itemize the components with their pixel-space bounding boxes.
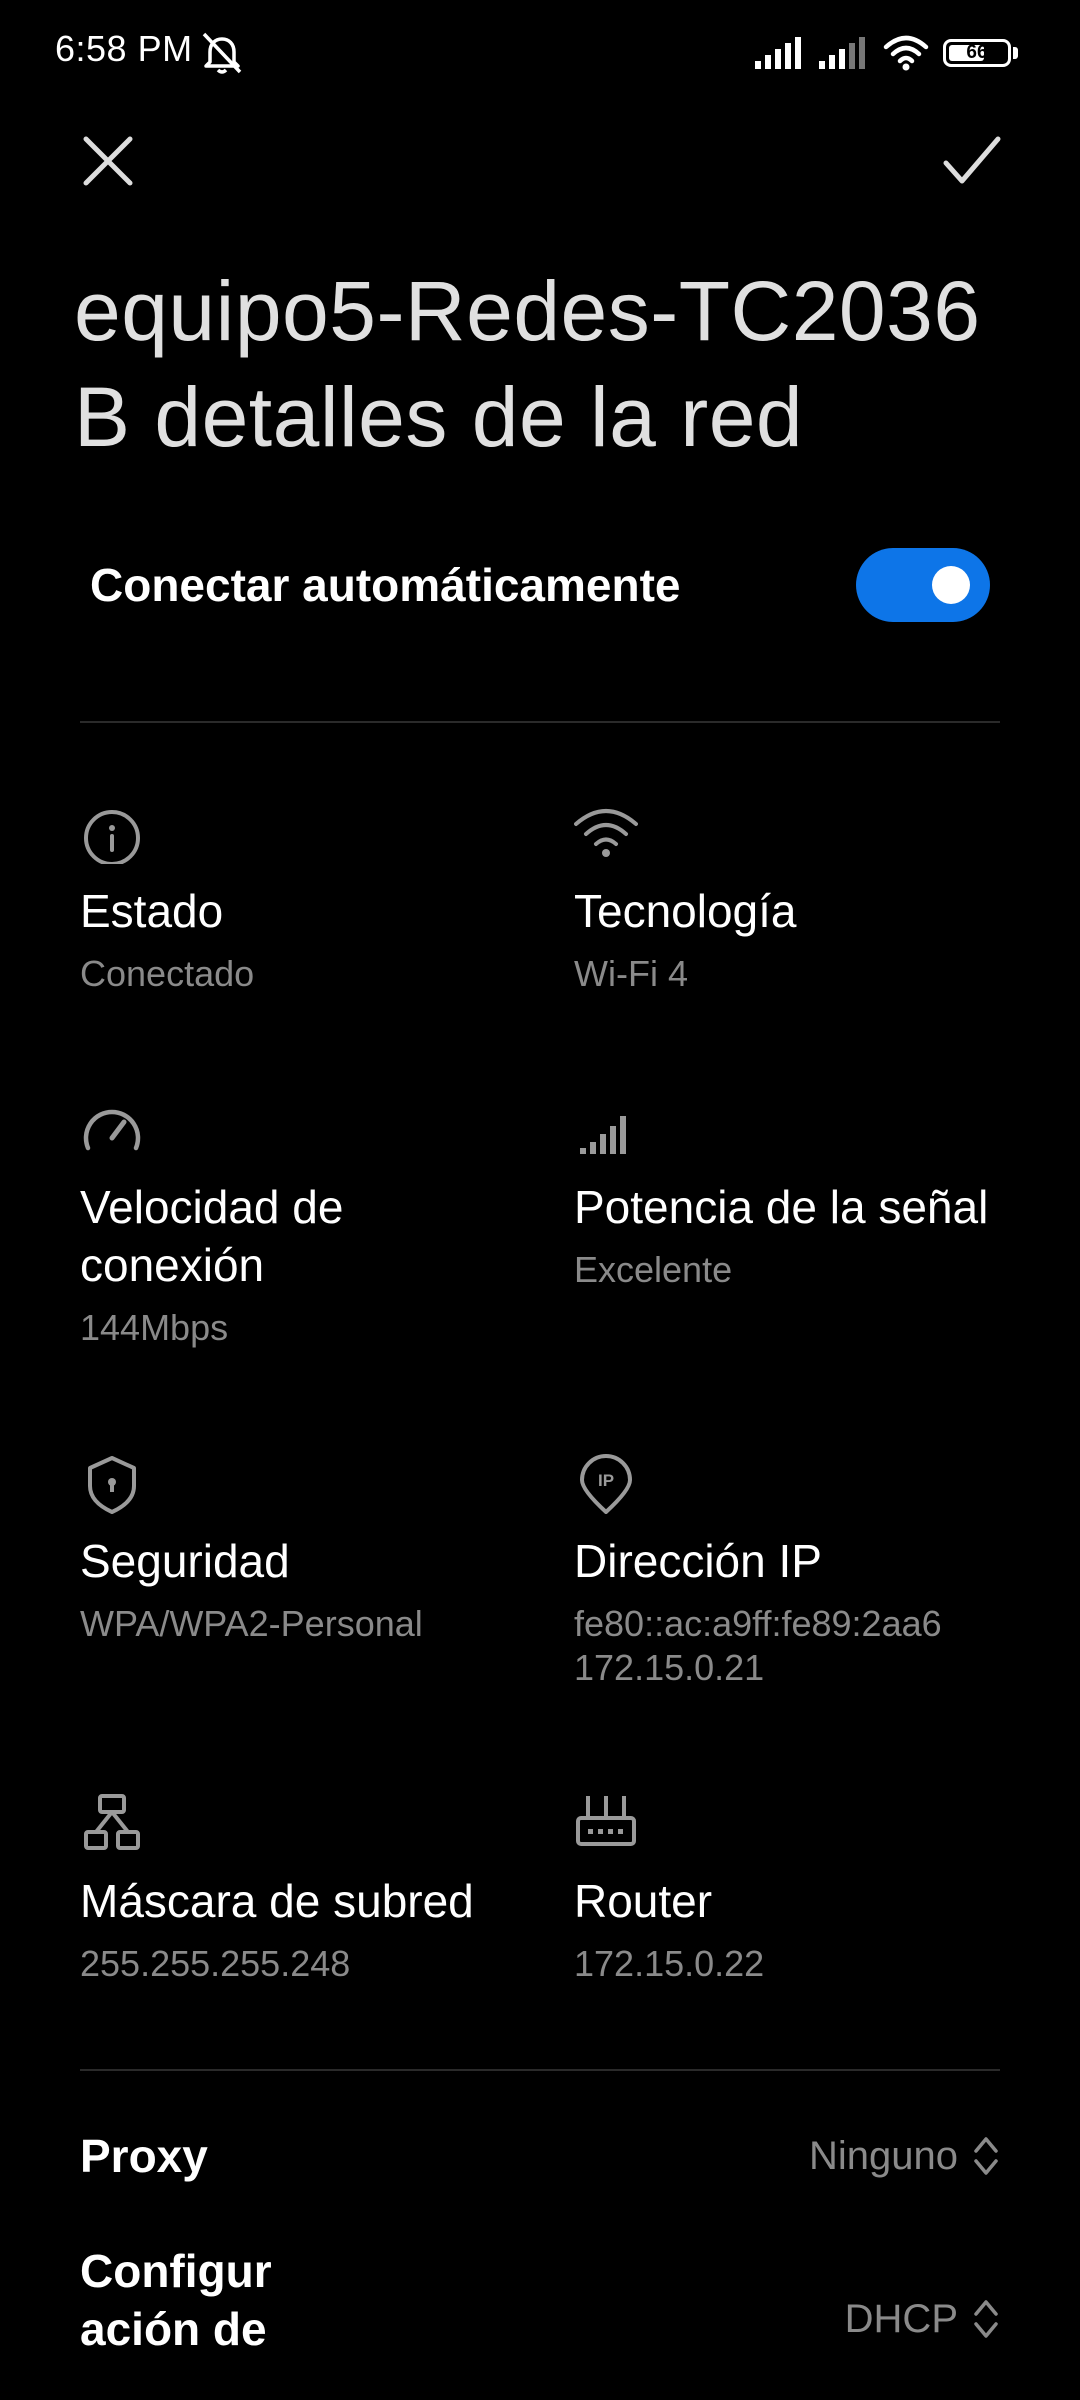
cell-signal-2-icon	[819, 37, 865, 69]
detail-label: Estado	[80, 885, 224, 937]
battery-tip	[1013, 47, 1018, 59]
auto-connect-toggle[interactable]	[856, 548, 990, 622]
detail-label: Seguridad	[80, 1535, 290, 1587]
subnet-icon	[84, 1794, 140, 1850]
ip-location-icon: IP	[580, 1454, 632, 1514]
detail-label: Potencia de la señal	[574, 1181, 989, 1233]
detail-technology: Tecnología Wi-Fi 4	[574, 800, 1014, 996]
battery-icon: 66	[943, 39, 1011, 67]
detail-value: 144Mbps	[80, 1307, 229, 1348]
notifications-muted-icon	[202, 32, 242, 74]
confirm-button[interactable]	[935, 124, 1009, 198]
proxy-value: Ninguno	[808, 2133, 958, 2178]
status-time: 6:58 PM	[55, 28, 193, 69]
auto-connect-label: Conectar automáticamente	[90, 559, 681, 611]
svg-text:IP: IP	[598, 1471, 614, 1490]
detail-signal-strength: Potencia de la señal Excelente	[574, 1096, 1014, 1292]
detail-label: Velocidad de conexión	[80, 1181, 344, 1291]
chevron-up-down-icon	[974, 2300, 998, 2338]
status-icons: 66	[755, 32, 1018, 74]
signal-strength-icon	[580, 1116, 626, 1154]
detail-link-speed: Velocidad de conexión 144Mbps	[80, 1096, 520, 1350]
router-icon	[576, 1796, 636, 1846]
wifi-status-icon	[883, 35, 929, 71]
status-bar: 6:58 PM 66	[0, 0, 1080, 104]
ip-settings-value-group: DHCP	[845, 2296, 1000, 2342]
proxy-value-group: Ninguno	[809, 2133, 1000, 2179]
detail-security: Seguridad WPA/WPA2-Personal	[80, 1450, 520, 1646]
auto-connect-row: Conectar automáticamente	[90, 540, 990, 630]
ip-settings[interactable]: Configur ación de DHCP	[80, 2240, 1000, 2360]
ip-settings-value: DHCP	[844, 2296, 958, 2341]
chevron-up-down-icon	[974, 2137, 998, 2175]
battery-level: 66	[966, 42, 988, 63]
detail-value: Excelente	[574, 1249, 733, 1290]
detail-label: Dirección IP	[574, 1535, 822, 1587]
close-icon	[83, 136, 133, 186]
detail-label: Router	[574, 1875, 713, 1927]
detail-subnet-mask: Máscara de subred 255.255.255.248	[80, 1790, 520, 1986]
proxy-label: Proxy	[80, 2130, 208, 2182]
detail-value: fe80::ac:a9ff:fe89:2aa6 172.15.0.21	[574, 1603, 942, 1688]
detail-router: Router 172.15.0.22	[574, 1790, 1014, 1986]
proxy-setting[interactable]: Proxy Ninguno	[80, 2120, 1000, 2192]
detail-ip-address: IP Dirección IP fe80::ac:a9ff:fe89:2aa6 …	[574, 1450, 1014, 1690]
detail-label: Máscara de subred	[80, 1875, 474, 1927]
speedometer-icon	[83, 1109, 141, 1151]
page-title: equipo5-Redes-TC2036 B detalles de la re…	[74, 264, 981, 464]
divider	[80, 2069, 1000, 2071]
check-icon	[943, 136, 1001, 184]
detail-value: 255.255.255.248	[80, 1943, 351, 1984]
close-button[interactable]	[71, 124, 145, 198]
detail-value: Wi-Fi 4	[574, 953, 688, 994]
detail-value: WPA/WPA2-Personal	[80, 1603, 423, 1644]
shield-icon	[88, 1456, 136, 1514]
detail-status: Estado Conectado	[80, 800, 520, 996]
detail-label: Tecnología	[574, 885, 797, 937]
ip-settings-label: Configur ación de	[80, 2245, 272, 2355]
detail-value: Conectado	[80, 953, 255, 994]
divider	[80, 721, 1000, 723]
info-icon	[84, 810, 140, 864]
cell-signal-1-icon	[755, 37, 801, 69]
detail-value: 172.15.0.22	[574, 1943, 765, 1984]
toggle-knob	[932, 566, 970, 604]
wifi-icon	[574, 809, 638, 857]
